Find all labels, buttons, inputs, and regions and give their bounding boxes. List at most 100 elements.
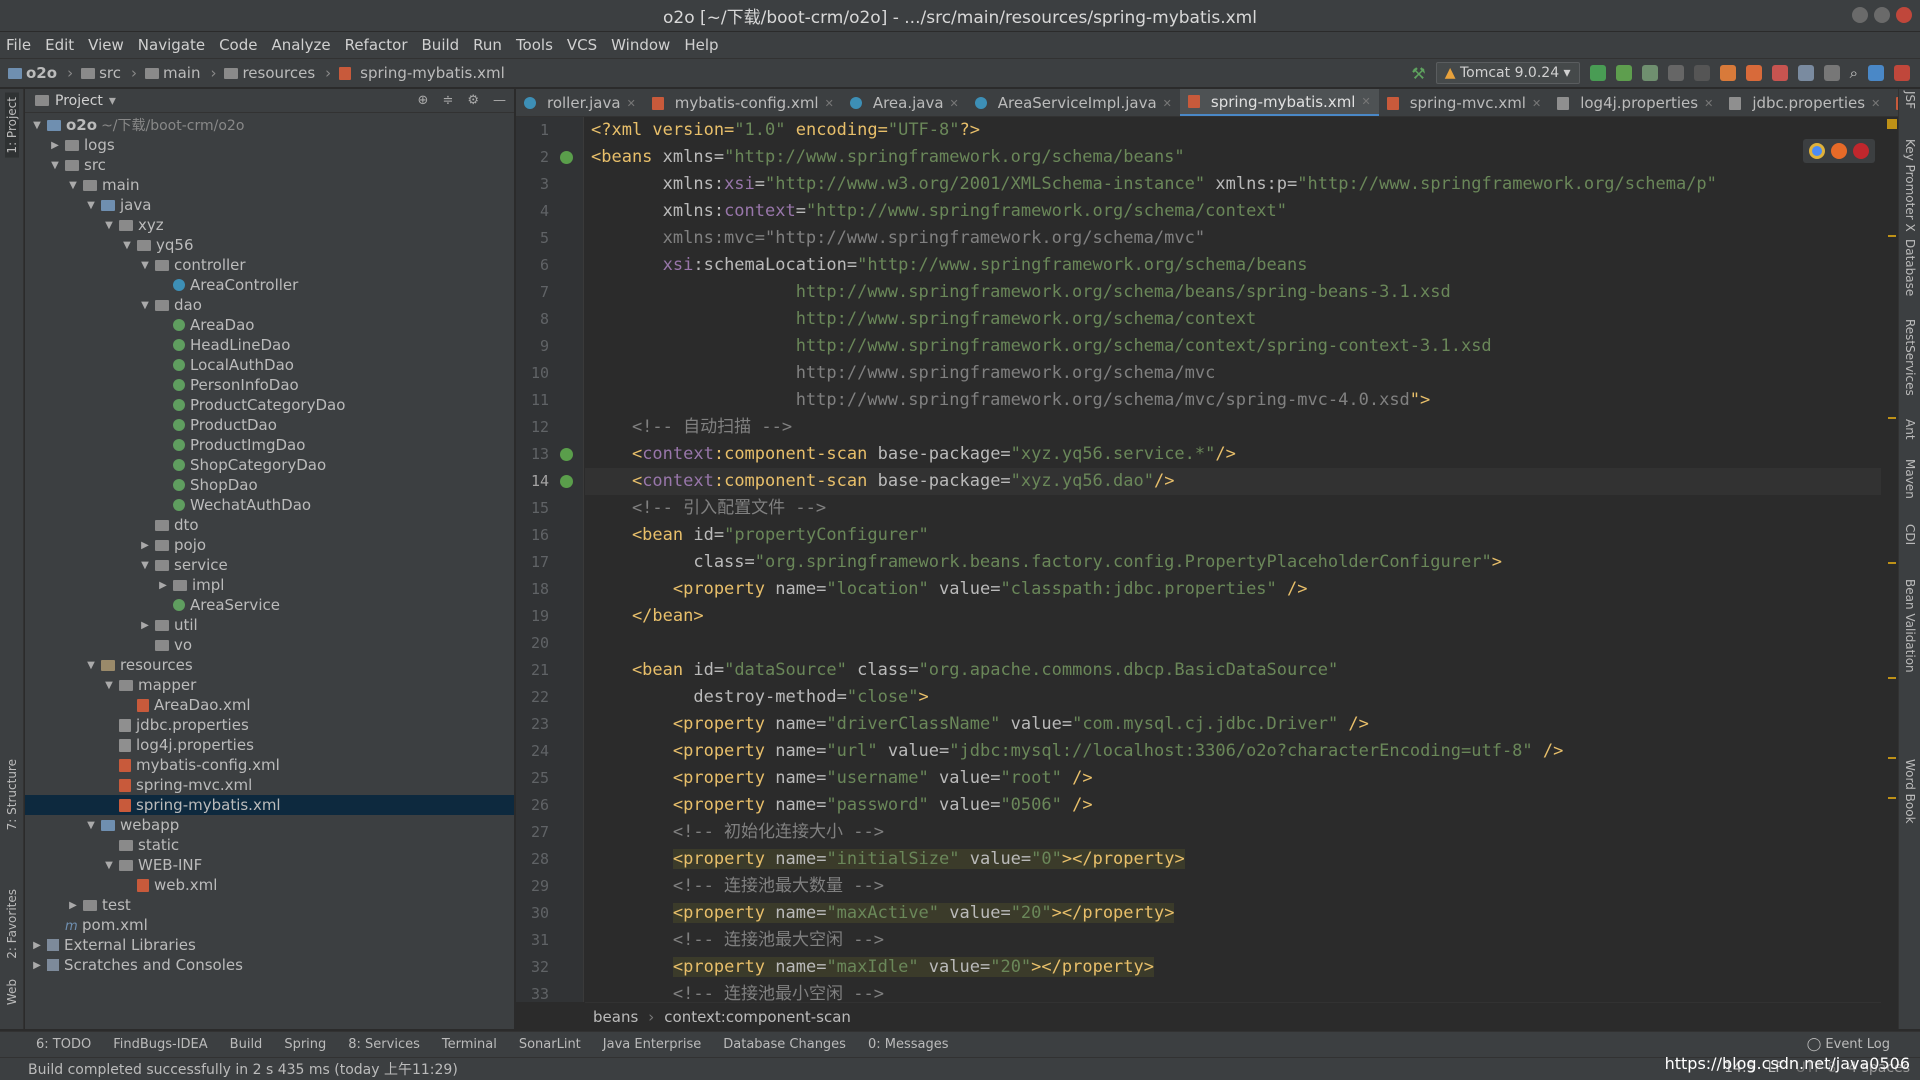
editor-tab[interactable]: roller.java ✕ (516, 89, 644, 116)
tree-item[interactable]: spring-mvc.xml (25, 775, 514, 795)
close-icon[interactable]: ✕ (627, 97, 636, 110)
expanded-arrow-icon[interactable]: ▼ (85, 820, 97, 831)
collapsed-arrow-icon[interactable]: ▶ (67, 900, 79, 911)
close-icon[interactable]: ✕ (1871, 97, 1880, 110)
spring-bean-icon[interactable] (560, 448, 573, 461)
code-line[interactable]: <property name="driverClassName" value="… (585, 711, 1881, 738)
editor-tab[interactable]: Area.java ✕ (842, 89, 967, 116)
collapsed-arrow-icon[interactable]: ▶ (49, 140, 61, 151)
translate-icon[interactable] (1868, 65, 1884, 81)
firefox-icon[interactable] (1831, 143, 1847, 159)
code-line[interactable]: <context:component-scan base-package="xy… (585, 468, 1881, 495)
error-stripe[interactable] (1886, 117, 1898, 1002)
code-line[interactable]: <!-- 连接池最小空闲 --> (585, 981, 1881, 1002)
expanded-arrow-icon[interactable]: ▼ (139, 300, 151, 311)
menu-vcs[interactable]: VCS (567, 36, 597, 54)
close-button[interactable] (1896, 7, 1912, 23)
code-line[interactable]: <beans xmlns="http://www.springframework… (585, 144, 1881, 171)
menu-window[interactable]: Window (611, 36, 670, 54)
expanded-arrow-icon[interactable]: ▼ (85, 660, 97, 671)
tree-item[interactable]: ProductCategoryDao (25, 395, 514, 415)
expanded-arrow-icon[interactable]: ▼ (85, 200, 97, 211)
code-line[interactable]: http://www.springframework.org/schema/mv… (585, 360, 1881, 387)
tree-item[interactable]: vo (25, 635, 514, 655)
tree-item[interactable]: ▼ controller (25, 255, 514, 275)
tree-item[interactable]: ▶ Scratches and Consoles (25, 955, 514, 975)
stop-icon[interactable] (1771, 65, 1788, 81)
build-hammer-icon[interactable]: ⚒ (1411, 64, 1425, 83)
project-panel-title[interactable]: Project (55, 93, 103, 109)
line-number[interactable]: 31 (516, 927, 583, 954)
tree-item[interactable]: ▶ util (25, 615, 514, 635)
tree-item[interactable]: ▶ logs (25, 135, 514, 155)
tree-item[interactable]: ▶ External Libraries (25, 935, 514, 955)
warning-indicator-icon[interactable] (1887, 119, 1897, 129)
line-number[interactable]: 19 (516, 603, 583, 630)
collapsed-arrow-icon[interactable]: ▶ (139, 540, 151, 551)
tool-build[interactable]: Build (230, 1037, 263, 1052)
line-number[interactable]: 25 (516, 765, 583, 792)
line-number[interactable]: 3 (516, 171, 583, 198)
tree-item[interactable]: AreaService (25, 595, 514, 615)
code-line[interactable]: <!-- 自动扫描 --> (585, 414, 1881, 441)
tool-findbugs-idea[interactable]: FindBugs-IDEA (113, 1037, 207, 1052)
tool-favorites[interactable]: 2: Favorites (5, 889, 19, 959)
code-line[interactable]: <!-- 引入配置文件 --> (585, 495, 1881, 522)
code-line[interactable]: http://www.springframework.org/schema/co… (585, 306, 1881, 333)
line-number[interactable]: 9 (516, 333, 583, 360)
expanded-arrow-icon[interactable]: ▼ (103, 220, 115, 231)
expanded-arrow-icon[interactable]: ▼ (139, 260, 151, 271)
tree-item[interactable]: ▼ src (25, 155, 514, 175)
line-number[interactable]: 15 (516, 495, 583, 522)
tree-item[interactable]: static (25, 835, 514, 855)
close-icon[interactable]: ✕ (825, 97, 834, 110)
line-number[interactable]: 33 (516, 981, 583, 1008)
tree-item[interactable]: ShopCategoryDao (25, 455, 514, 475)
collapsed-arrow-icon[interactable]: ▶ (139, 620, 151, 631)
tool-bean-validation[interactable]: Bean Validation (1903, 579, 1917, 673)
code-editor[interactable]: <?xml version="1.0" encoding="UTF-8"?> <b… (585, 117, 1881, 1002)
expanded-arrow-icon[interactable]: ▼ (103, 680, 115, 691)
close-icon[interactable]: ✕ (1532, 97, 1541, 110)
code-line[interactable]: <property name="initialSize" value="0"><… (585, 846, 1881, 873)
code-line[interactable]: http://www.springframework.org/schema/mv… (585, 387, 1881, 414)
line-number[interactable]: 5 (516, 225, 583, 252)
coverage-icon[interactable] (1641, 65, 1658, 81)
line-number[interactable]: 27 (516, 819, 583, 846)
tree-item[interactable]: log4j.properties (25, 735, 514, 755)
menu-analyze[interactable]: Analyze (271, 36, 330, 54)
tree-item[interactable]: WechatAuthDao (25, 495, 514, 515)
warning-mark[interactable] (1888, 677, 1896, 679)
tool-sonarlint[interactable]: SonarLint (519, 1037, 581, 1052)
warning-mark[interactable] (1888, 757, 1896, 759)
tool-key-promoter-x[interactable]: Key Promoter X (1903, 139, 1917, 232)
attach-icon[interactable] (1693, 65, 1710, 81)
code-line[interactable]: http://www.springframework.org/schema/be… (585, 279, 1881, 306)
code-line[interactable] (585, 630, 1881, 657)
tool-8-services[interactable]: 8: Services (348, 1037, 420, 1052)
line-number[interactable]: 26 (516, 792, 583, 819)
code-line[interactable]: destroy-method="close"> (585, 684, 1881, 711)
warning-mark[interactable] (1888, 797, 1896, 799)
menu-file[interactable]: File (6, 36, 31, 54)
editor-tab[interactable]: mybatis-config.xml ✕ (644, 89, 842, 116)
breadcrumb-item[interactable]: resources › (224, 64, 331, 82)
code-line[interactable]: <context:component-scan base-package="xy… (585, 441, 1881, 468)
tool-ant[interactable]: Ant (1903, 419, 1917, 440)
collapsed-arrow-icon[interactable]: ▶ (31, 940, 43, 951)
opera-icon[interactable] (1853, 143, 1869, 159)
close-icon[interactable]: ✕ (950, 97, 959, 110)
menu-tools[interactable]: Tools (516, 36, 553, 54)
tree-item[interactable]: ▶ test (25, 895, 514, 915)
gear-icon[interactable]: ⚙ (467, 93, 479, 108)
collapsed-arrow-icon[interactable]: ▶ (31, 960, 43, 971)
plugin-icon[interactable] (1894, 65, 1910, 81)
search-icon[interactable]: ⌕ (1850, 64, 1858, 82)
tree-item[interactable]: ▼ o2o ~/下载/boot-crm/o2o (25, 115, 514, 135)
line-number[interactable]: 28 (516, 846, 583, 873)
code-line[interactable]: </bean> (585, 603, 1881, 630)
line-number[interactable]: 6 (516, 252, 583, 279)
line-number[interactable]: 8 (516, 306, 583, 333)
menu-navigate[interactable]: Navigate (138, 36, 205, 54)
line-number[interactable]: 4 (516, 198, 583, 225)
